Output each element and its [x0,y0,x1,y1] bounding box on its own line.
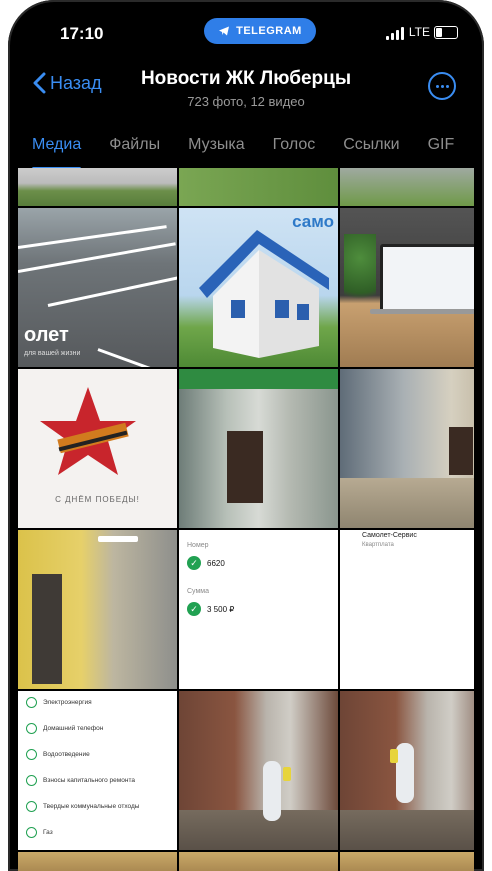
telegram-pill-label: TELEGRAM [236,25,302,37]
check-icon: ✓ [187,556,201,570]
laptop-screen [380,244,474,312]
form-value: 3 500 ₽ [207,605,235,614]
chat-title: Новости ЖК Люберцы [140,68,352,89]
floor-image [340,478,474,528]
media-item[interactable]: Самолет-Сервис Квартплата [340,530,474,689]
more-options-button[interactable] [428,72,456,100]
media-item[interactable] [340,168,474,206]
form-label: Сумма [187,588,209,595]
list-item: Твердые коммунальные отходы [26,797,173,815]
media-grid: олет для вашей жизни само С ДНЁМ ПОБЕДЫ!… [18,168,474,871]
media-item[interactable] [179,852,338,871]
circle-check-icon [26,800,37,812]
plant-image [344,234,376,314]
lamp-image [98,536,138,542]
media-item[interactable]: само [179,208,338,367]
doc-title: Самолет-Сервис [362,532,417,539]
status-time: 17:10 [60,24,104,43]
media-item[interactable]: Номер ✓ 6620 Сумма ✓ 3 500 ₽ [179,530,338,689]
media-item[interactable] [179,168,338,206]
list-item: Водоотведение [26,745,173,763]
tab-voice[interactable]: Голос [259,126,330,168]
tab-gif[interactable]: GIF [414,126,469,168]
telegram-icon [219,26,230,36]
dot-icon [440,84,444,88]
dot-icon [445,84,449,88]
circle-check-icon [26,774,37,786]
list-item: Электроэнергия [26,693,173,711]
circle-check-icon [26,748,37,760]
circle-check-icon [26,696,37,708]
doc-subtitle: Квартплата [362,542,394,548]
media-item[interactable] [18,530,177,689]
media-item[interactable] [179,369,338,528]
tab-files[interactable]: Файлы [95,126,174,168]
chat-header: Назад Новости ЖК Люберцы 723 фото, 12 ви… [18,60,474,118]
network-label: LTE [408,25,430,39]
sprayer-image [283,767,291,781]
list-item: Взносы капитального ремонта [26,771,173,789]
tab-music[interactable]: Музыка [174,126,259,168]
worker-image [263,761,281,821]
form-label: Номер [187,542,209,549]
tab-links[interactable]: Ссылки [329,126,413,168]
phone-frame: 17:10 TELEGRAM LTE Назад Новости ЖК Любе… [8,0,484,871]
media-item[interactable]: С ДНЁМ ПОБЕДЫ! [18,369,177,528]
check-icon: ✓ [187,602,201,616]
door-image [227,431,263,503]
list-item: Газ [26,823,173,841]
ceiling-stripe [179,369,338,389]
dot-icon [435,84,439,88]
samolet-logo-sub: для вашей жизни [24,350,81,357]
media-item[interactable] [340,369,474,528]
tab-media[interactable]: Медиа [18,126,95,170]
media-item[interactable] [179,691,338,850]
telegram-pill[interactable]: TELEGRAM [204,18,316,44]
door-image [449,427,473,475]
battery-icon [434,26,458,39]
media-item[interactable] [340,852,474,871]
door-image [32,574,62,684]
laptop-base [370,309,474,314]
star-icon [40,387,136,475]
floor-image [179,810,338,850]
house-icon [199,230,329,358]
sprayer-image [390,749,398,763]
screen: 17:10 TELEGRAM LTE Назад Новости ЖК Любе… [18,8,474,871]
media-item[interactable] [340,208,474,367]
media-item[interactable] [18,168,177,206]
media-item[interactable]: Электроэнергия Домашний телефон Водоотве… [18,691,177,850]
circle-check-icon [26,826,37,838]
media-item[interactable] [18,852,177,871]
media-item[interactable]: олет для вашей жизни [18,208,177,367]
floor-image [340,810,474,850]
status-bar: 17:10 TELEGRAM LTE [18,8,474,56]
worker-image [396,743,414,803]
media-item[interactable] [340,691,474,850]
signal-icon [386,26,404,40]
media-tabs: Медиа Файлы Музыка Голос Ссылки GIF [18,126,474,170]
list-item: Домашний телефон [26,719,173,737]
samolet-logo: олет [24,324,69,346]
circle-check-icon [26,722,37,734]
star-caption: С ДНЁМ ПОБЕДЫ! [55,495,140,504]
chat-subtitle: 723 фото, 12 видео [187,94,305,109]
form-value: 6620 [207,559,225,568]
